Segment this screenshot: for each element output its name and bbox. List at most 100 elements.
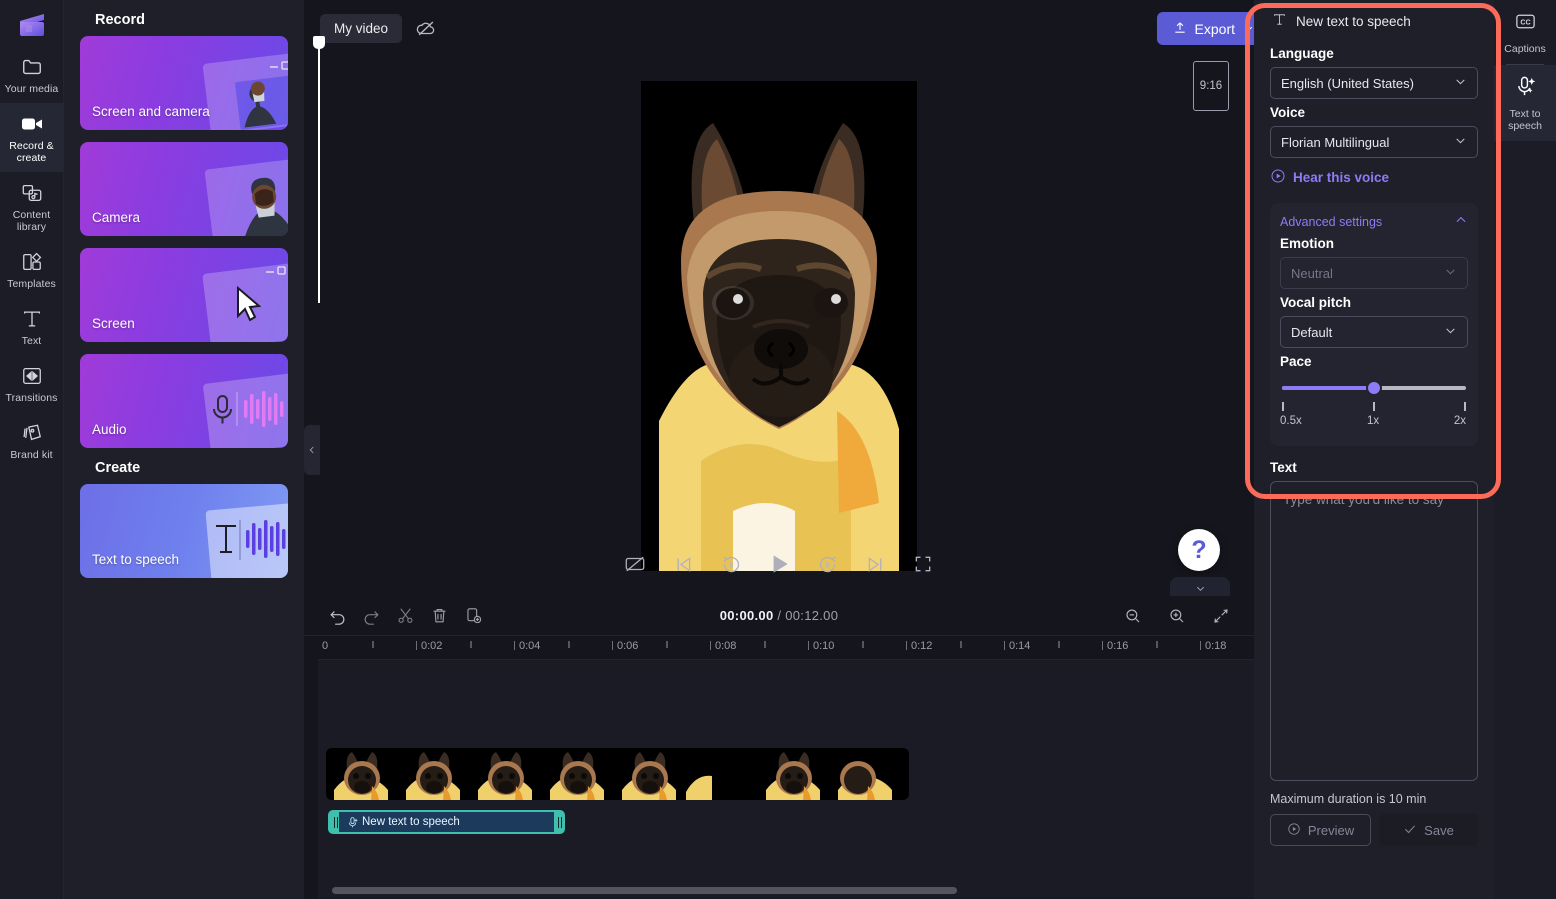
ruler-tick: 0:02 [416, 640, 442, 652]
tab-label: Text to speech [1508, 108, 1542, 132]
video-preview-stage [304, 56, 1254, 596]
chevron-down-icon [1444, 265, 1457, 281]
export-button[interactable]: Export [1156, 12, 1270, 45]
playhead-handle[interactable] [313, 36, 325, 49]
ruler-tick: 0:04 [514, 640, 540, 652]
language-label: Language [1270, 46, 1334, 61]
aspect-ratio-badge[interactable]: 9:16 [1193, 61, 1229, 111]
record-card-camera[interactable]: Camera [80, 142, 288, 236]
pace-tick: 1x [1367, 415, 1380, 427]
camera-art [182, 154, 288, 236]
tab-captions[interactable]: CC Captions [1494, 0, 1556, 64]
redo-icon[interactable] [356, 602, 386, 630]
sidebar-label: Brand kit [10, 449, 53, 461]
sidebar-label: Transitions [5, 392, 58, 404]
audio-clip-text-to-speech[interactable]: New text to speech [328, 810, 565, 834]
record-card-audio[interactable]: Audio [80, 354, 288, 448]
zoom-in-icon[interactable] [1162, 602, 1192, 630]
zoom-out-icon[interactable] [1118, 602, 1148, 630]
clip-trim-handle-left[interactable] [330, 812, 339, 832]
language-value: English (United States) [1281, 75, 1414, 91]
right-tabs-rail: CC Captions Text to speech [1494, 0, 1556, 899]
ruler-tick: 0:10 [808, 640, 834, 652]
save-label: Save [1424, 822, 1454, 838]
skip-previous-icon[interactable] [670, 551, 696, 577]
record-card-screen-and-camera[interactable]: Screen and camera [80, 36, 288, 130]
panel-collapse-button[interactable] [304, 425, 320, 475]
duplicate-icon[interactable] [458, 602, 488, 630]
sidebar-item-brand-kit[interactable]: Brand kit [0, 412, 64, 469]
timeline-playhead[interactable] [313, 36, 325, 303]
help-button[interactable]: ? [1178, 529, 1220, 571]
undo-icon[interactable] [322, 602, 352, 630]
timeline-toolbar: 00:00.00 / 00:12.00 [304, 596, 1254, 636]
chevron-down-icon [1444, 324, 1457, 340]
captions-off-icon[interactable] [622, 551, 648, 577]
total-time: 00:12.00 [785, 608, 839, 623]
timeline: 00:00.00 / 00:12.00 0 0:02 0:04 0:06 0:0… [304, 596, 1254, 899]
fit-to-screen-icon[interactable] [1206, 602, 1236, 630]
text-to-speech-panel: New text to speech Language English (Uni… [1254, 0, 1494, 899]
video-clip[interactable] [326, 748, 909, 800]
upload-icon [1173, 20, 1187, 38]
ruler-minor-tick [764, 641, 766, 648]
sidebar-item-record-create[interactable]: Record & create [0, 103, 64, 172]
pace-slider[interactable] [1282, 380, 1466, 396]
clip-thumbnail [830, 748, 902, 800]
text-label: Text [1270, 460, 1297, 475]
play-icon[interactable] [766, 551, 792, 577]
audio-clip-label: New text to speech [362, 816, 460, 828]
ruler-minor-tick [666, 641, 668, 648]
voice-value: Florian Multilingual [1281, 134, 1390, 150]
sidebar-item-transitions[interactable]: Transitions [0, 355, 64, 412]
preview-button[interactable]: Preview [1270, 814, 1371, 846]
ruler-tick: 0:06 [612, 640, 638, 652]
pace-label: Pace [1280, 354, 1312, 369]
record-card-screen[interactable]: Screen [80, 248, 288, 342]
card-label: Screen and camera [92, 104, 210, 119]
vocal-pitch-value: Default [1291, 324, 1333, 340]
language-select[interactable]: English (United States) [1270, 67, 1478, 99]
hear-this-voice-button[interactable]: Hear this voice [1270, 168, 1478, 187]
save-button[interactable]: Save [1379, 814, 1478, 846]
advanced-settings-toggle[interactable]: Advanced settings [1280, 213, 1468, 230]
sidebar-item-your-media[interactable]: Your media [0, 46, 64, 103]
text-input[interactable] [1270, 481, 1478, 781]
clip-trim-handle-right[interactable] [554, 812, 563, 832]
skip-next-icon[interactable] [862, 551, 888, 577]
slider-thumb[interactable] [1366, 380, 1382, 396]
templates-icon [20, 250, 44, 274]
voice-select[interactable]: Florian Multilingual [1270, 126, 1478, 158]
chevron-down-icon [1454, 75, 1467, 91]
sidebar-label: Templates [7, 278, 56, 290]
sidebar-item-text[interactable]: Text [0, 298, 64, 355]
ruler-minor-tick [1058, 641, 1060, 648]
folder-icon [20, 55, 44, 79]
cloud-off-icon[interactable] [410, 12, 442, 44]
clip-thumbnail [686, 748, 758, 800]
export-label: Export [1194, 20, 1235, 37]
delete-trash-icon[interactable] [424, 602, 454, 630]
project-title-button[interactable]: My video [320, 13, 403, 43]
timeline-horizontal-scrollbar[interactable] [332, 887, 957, 894]
split-scissors-icon[interactable] [390, 602, 420, 630]
sidebar-item-templates[interactable]: Templates [0, 241, 64, 298]
emotion-label: Emotion [1280, 236, 1334, 251]
clip-thumbnail [614, 748, 686, 800]
rewind-5-icon[interactable]: 5 [718, 551, 744, 577]
vocal-pitch-select[interactable]: Default [1280, 316, 1468, 348]
screen-art [182, 260, 288, 342]
create-card-text-to-speech[interactable]: Text to speech [80, 484, 288, 578]
ruler-minor-tick [960, 641, 962, 648]
forward-5-icon[interactable]: 5 [814, 551, 840, 577]
slider-fill [1282, 386, 1374, 390]
ruler-tick: 0:08 [710, 640, 736, 652]
timeline-ruler[interactable]: 0 0:02 0:04 0:06 0:08 0:10 0:12 0:14 0:1… [318, 636, 1254, 660]
ruler-tick: 0:18 [1200, 640, 1226, 652]
clip-thumbnail [398, 748, 470, 800]
current-time: 00:00.00 [719, 608, 774, 623]
fullscreen-icon[interactable] [910, 551, 936, 577]
video-canvas[interactable] [641, 81, 917, 571]
tab-text-to-speech[interactable]: Text to speech [1494, 65, 1556, 141]
sidebar-item-content-library[interactable]: Content library [0, 172, 64, 241]
